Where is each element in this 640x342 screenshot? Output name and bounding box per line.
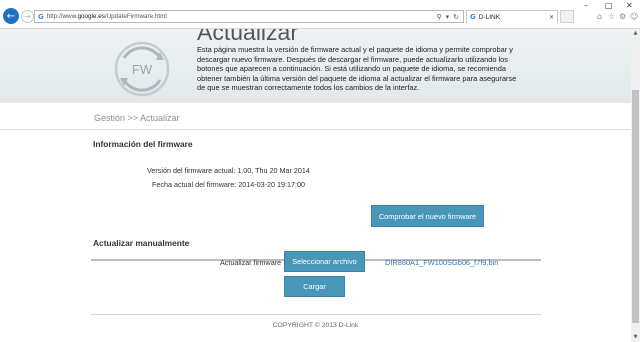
- gear-icon[interactable]: ⚙: [619, 12, 626, 21]
- firmware-date: Fecha actual del firmware: 2014-03-20 19…: [152, 180, 306, 189]
- fw-logo-text: FW: [132, 62, 153, 77]
- refresh-icon[interactable]: ↻: [453, 13, 459, 21]
- star-icon[interactable]: ☆: [608, 12, 615, 21]
- google-icon: G: [38, 12, 44, 21]
- scroll-down-icon[interactable]: ▼: [631, 333, 640, 342]
- new-tab-button[interactable]: [560, 10, 574, 23]
- back-arrow-icon: ←: [6, 10, 16, 22]
- tab-title: D-LINK: [478, 13, 501, 21]
- address-url[interactable]: http://www.google.es/UpdateFirmware.html: [47, 13, 167, 20]
- copyright-text: COPYRIGHT © 2013 D-Link: [272, 322, 359, 329]
- minimize-icon[interactable]: –: [584, 1, 588, 10]
- vertical-scrollbar[interactable]: ▲ ▼: [631, 29, 640, 342]
- forward-arrow-icon: →: [24, 12, 31, 21]
- back-button[interactable]: ←: [3, 8, 19, 24]
- tab-google-icon: G: [470, 13, 476, 21]
- scroll-up-icon[interactable]: ▲: [631, 29, 640, 38]
- home-icon[interactable]: ⌂: [597, 12, 602, 21]
- page-content: FW Actualizar Esta página muestra la ver…: [0, 29, 631, 342]
- dropdown-icon[interactable]: ▾: [446, 13, 450, 21]
- breadcrumb: Gestión >> Actualizar: [94, 113, 180, 123]
- maximize-icon[interactable]: □: [605, 1, 613, 10]
- close-icon[interactable]: ✕: [549, 14, 554, 21]
- breadcrumb-bar: Gestión >> Actualizar: [0, 105, 631, 130]
- scroll-thumb[interactable]: [632, 90, 639, 323]
- footer-divider: [91, 314, 541, 315]
- header-banner: FW Actualizar Esta página muestra la ver…: [0, 29, 631, 103]
- page-title: Actualizar: [197, 29, 298, 45]
- search-icon[interactable]: ⚲: [436, 13, 441, 21]
- manual-update-title: Actualizar manualmente: [93, 238, 190, 248]
- upload-button[interactable]: Cargar: [284, 276, 345, 297]
- page-description: Esta página muestra la versión de firmwa…: [197, 45, 517, 92]
- select-file-button[interactable]: Seleccionar archivo: [284, 251, 365, 272]
- check-firmware-button[interactable]: Comprobar el nuevo firmware: [371, 205, 484, 227]
- firmware-info-title: Información del firmware: [93, 139, 193, 149]
- smiley-icon[interactable]: ☺: [630, 12, 638, 21]
- browser-tab[interactable]: G D-LINK ✕: [466, 10, 558, 23]
- window-close-icon[interactable]: ✕: [626, 1, 633, 10]
- forward-button[interactable]: →: [21, 10, 34, 23]
- update-firmware-label: Actualizar firmware: [220, 258, 282, 267]
- address-bar[interactable]: G http://www.google.es/UpdateFirmware.ht…: [34, 10, 464, 23]
- firmware-version: Versión del firmware actual: 1.00, Thu 2…: [147, 166, 310, 175]
- selected-file-name[interactable]: DIR880A1_FW100SGb06_f7f9.bin: [385, 258, 498, 267]
- browser-toolbar: ← → G http://www.google.es/UpdateFirmwar…: [0, 0, 640, 29]
- fw-refresh-logo: FW: [114, 41, 170, 97]
